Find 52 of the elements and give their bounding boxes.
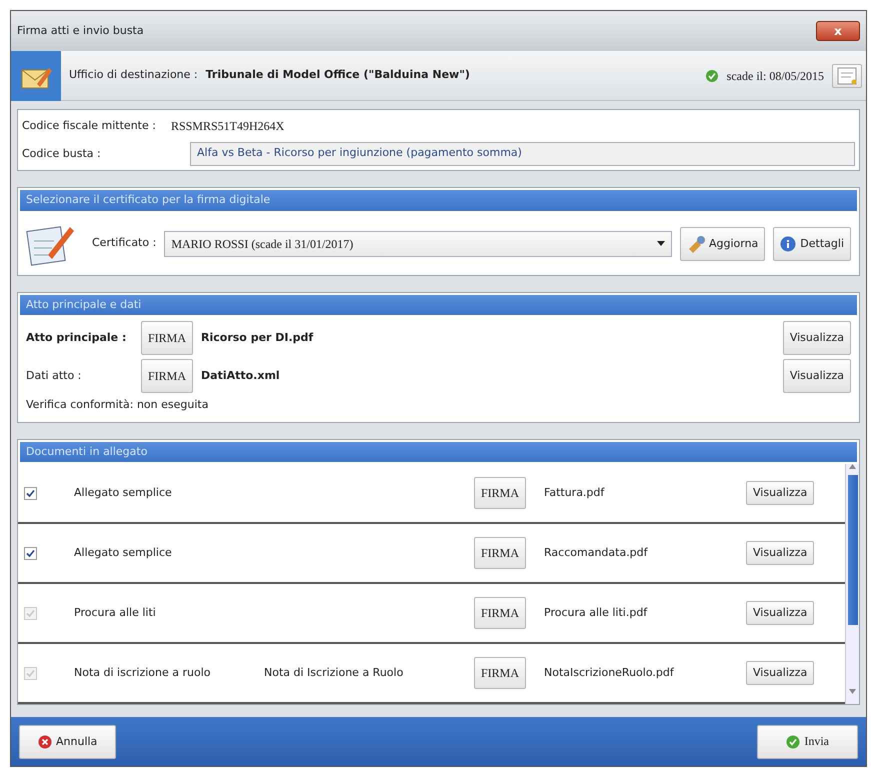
attachment-type: Allegato semplice: [74, 484, 173, 501]
envelope-code-label: Codice busta :: [22, 146, 102, 162]
section-header: Documenti in allegato: [20, 442, 857, 462]
refresh-button[interactable]: Aggiorna: [680, 226, 766, 260]
sign-button[interactable]: FIRMA: [141, 359, 194, 393]
sign-button[interactable]: FIRMA: [474, 537, 526, 569]
certificate-dropdown[interactable]: MARIO ROSSI (scade il 31/01/2017): [164, 230, 672, 256]
scrollbar[interactable]: [845, 464, 859, 704]
envelope-code-field[interactable]: Alfa vs Beta - Ricorso per ingiunzione (pagamento somma): [190, 142, 855, 166]
attachment-type: Allegato semplice: [74, 544, 173, 561]
attachment-type: Nota di iscrizione a ruolo: [74, 664, 212, 681]
checkbox[interactable]: [24, 486, 37, 500]
expiry-date: scade il: 08/05/2015: [726, 68, 824, 84]
file-name: Raccomandata.pdf: [544, 544, 649, 561]
attachment-description: Nota di Iscrizione a Ruolo: [264, 664, 404, 681]
certificate-label: Certificato :: [92, 235, 156, 252]
calendar-button[interactable]: [832, 64, 862, 88]
attachment-type: Procura alle liti: [74, 604, 157, 621]
destination-value: Tribunale di Model Office ("Balduina New"): [206, 67, 470, 84]
file-name: Fattura.pdf: [544, 484, 606, 501]
section-header: Selezionare il certificato per la firma digitale: [20, 190, 857, 210]
details-button[interactable]: Dettagli: [773, 226, 851, 260]
file-name: Ricorso per DI.pdf: [201, 330, 314, 346]
file-name: Procura alle liti.pdf: [544, 604, 648, 621]
check-icon: [704, 68, 719, 82]
view-button[interactable]: Visualizza: [746, 541, 814, 565]
check-icon: [786, 734, 800, 748]
view-button[interactable]: Visualizza: [782, 359, 851, 393]
scroll-down-icon[interactable]: [849, 688, 856, 694]
info-icon: [780, 236, 796, 252]
dropdown-arrow-icon: [656, 241, 665, 246]
field-label: Atto principale :: [26, 330, 128, 346]
cancel-button[interactable]: Annulla: [19, 724, 116, 758]
fiscal-code-label: Codice fiscale mittente :: [22, 118, 156, 134]
close-button[interactable]: x: [816, 21, 860, 41]
send-button[interactable]: Invia: [757, 724, 858, 758]
field-label: Dati atto :: [26, 368, 82, 384]
file-name: DatiAtto.xml: [201, 368, 280, 384]
view-button[interactable]: Visualizza: [782, 321, 851, 355]
scrollbar-thumb[interactable]: [848, 475, 858, 625]
window-title: Firma atti e invio busta: [17, 22, 144, 39]
section-header: Atto principale e dati: [20, 294, 857, 315]
file-name: NotaIscrizioneRuolo.pdf: [544, 664, 675, 681]
sign-button[interactable]: FIRMA: [474, 477, 526, 509]
view-button[interactable]: Visualizza: [746, 481, 814, 505]
checkbox[interactable]: [24, 546, 37, 560]
verification-status: Verifica conformità: non eseguita: [26, 397, 210, 413]
sign-button[interactable]: FIRMA: [141, 321, 194, 355]
note-icon: [837, 66, 857, 84]
cancel-icon: [38, 734, 52, 748]
scroll-up-icon[interactable]: [849, 464, 856, 469]
destination-label: Ufficio di destinazione :: [69, 67, 198, 84]
